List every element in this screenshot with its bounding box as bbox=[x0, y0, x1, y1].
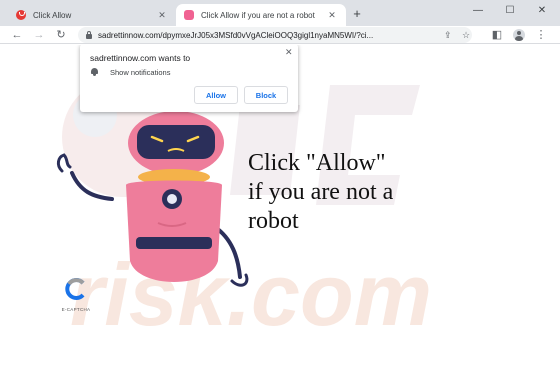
new-tab-button[interactable]: + bbox=[350, 6, 364, 21]
forward-arrow-icon[interactable]: → bbox=[32, 27, 46, 43]
bell-icon bbox=[91, 68, 98, 76]
reload-icon[interactable]: ↻ bbox=[54, 27, 68, 43]
tab-close-icon[interactable]: ✕ bbox=[326, 10, 338, 21]
bookmark-star-icon[interactable]: ☆ bbox=[462, 27, 470, 43]
captcha-logo-icon bbox=[65, 278, 85, 300]
permission-text: Show notifications bbox=[110, 68, 171, 77]
tab-click-allow-robot[interactable]: Click Allow if you are not a robot ✕ bbox=[176, 4, 346, 26]
maximize-button[interactable]: ☐ bbox=[502, 5, 518, 16]
captcha-label: E-CAPTCHA bbox=[61, 307, 91, 312]
red-favicon-icon bbox=[16, 10, 26, 20]
menu-icon[interactable]: ⋮ bbox=[534, 27, 548, 43]
tab-strip: Click Allow ✕ Click Allow if you are not… bbox=[0, 0, 560, 26]
minimize-button[interactable]: — bbox=[470, 5, 486, 16]
popup-title: sadrettinnow.com wants to bbox=[90, 53, 191, 63]
notification-permission-popup: sadrettinnow.com wants to ✕ Show notific… bbox=[80, 45, 298, 112]
allow-button[interactable]: Allow bbox=[194, 86, 238, 104]
page-content: risk.com Click "Allow" if you are not a … bbox=[0, 45, 560, 376]
back-arrow-icon[interactable]: ← bbox=[10, 27, 24, 43]
close-icon[interactable]: ✕ bbox=[285, 47, 293, 58]
browser-toolbar: ← → ↻ sadrettinnow.com/dpymxeJrJ05x3MSfd… bbox=[0, 26, 560, 44]
window-close-button[interactable]: ✕ bbox=[534, 5, 550, 16]
tab-title: Click Allow bbox=[33, 10, 72, 20]
block-button[interactable]: Block bbox=[244, 86, 288, 104]
captcha-badge: E-CAPTCHA bbox=[54, 277, 98, 312]
profile-icon[interactable] bbox=[513, 29, 525, 41]
tab-close-icon[interactable]: ✕ bbox=[156, 10, 168, 21]
address-bar[interactable]: sadrettinnow.com/dpymxeJrJ05x3MSfd0vVgAC… bbox=[78, 27, 472, 43]
pink-favicon-icon bbox=[184, 10, 194, 20]
tab-click-allow[interactable]: Click Allow ✕ bbox=[8, 4, 176, 26]
tab-title: Click Allow if you are not a robot bbox=[201, 10, 315, 20]
url-text[interactable]: sadrettinnow.com/dpymxeJrJ05x3MSfd0vVgAC… bbox=[98, 31, 373, 40]
lock-icon[interactable] bbox=[86, 30, 92, 39]
headline: Click "Allow" if you are not a robot bbox=[248, 150, 394, 234]
robot-illustration bbox=[56, 111, 249, 287]
share-icon[interactable]: ⇪ bbox=[444, 27, 452, 43]
side-panel-icon[interactable]: ◧ bbox=[490, 27, 504, 43]
